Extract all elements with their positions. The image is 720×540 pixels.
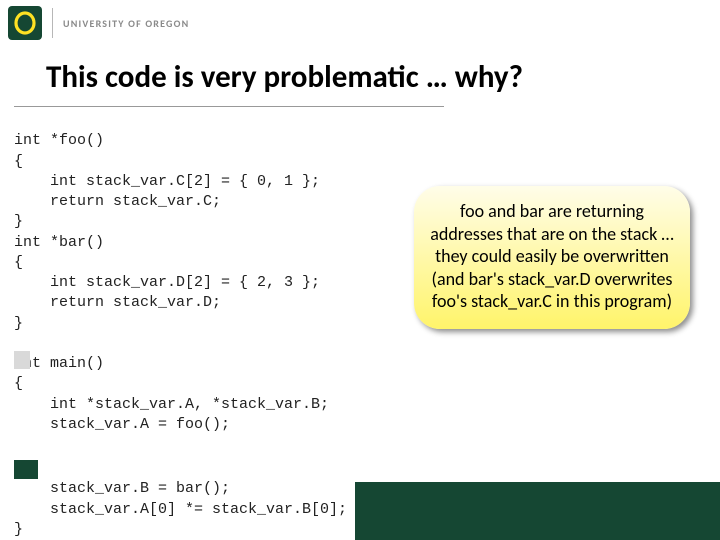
header: UNIVERSITY OF OREGON (0, 0, 720, 40)
slide-title: This code is very problematic … why? (46, 58, 720, 96)
code-line: int stack_var.C[2] = { 0, 1 }; (14, 173, 320, 190)
code-line: return stack_var.D; (14, 294, 221, 311)
code-line: int *foo() (14, 132, 104, 149)
header-divider (52, 8, 53, 38)
code-line: return stack_var.C; (14, 193, 221, 210)
code-line: stack_var.A = foo(); (14, 416, 230, 433)
code-block-tail: stack_var.B = bar(); stack_var.A[0] *= s… (14, 479, 355, 540)
code-line: { (14, 254, 23, 271)
horizontal-rule (14, 106, 444, 107)
code-line: { (14, 153, 23, 170)
oregon-logo (8, 6, 42, 40)
code-line: int *bar() (14, 234, 104, 251)
callout-text: foo and bar are returning addresses that… (430, 200, 674, 312)
cursor-highlight (14, 351, 30, 369)
code-line: stack_var.B = bar(); (14, 480, 230, 497)
code-line: } (14, 315, 23, 332)
explanation-callout: foo and bar are returning addresses that… (414, 186, 690, 329)
code-line: { (14, 375, 23, 392)
code-line: int stack_var.D[2] = { 2, 3 }; (14, 274, 320, 291)
code-line: } (14, 521, 23, 538)
code-line: int *stack_var.A, *stack_var.B; (14, 396, 329, 413)
university-name: UNIVERSITY OF OREGON (63, 17, 189, 30)
code-line: } (14, 213, 23, 230)
code-line: stack_var.A[0] *= stack_var.B[0]; (14, 501, 347, 518)
